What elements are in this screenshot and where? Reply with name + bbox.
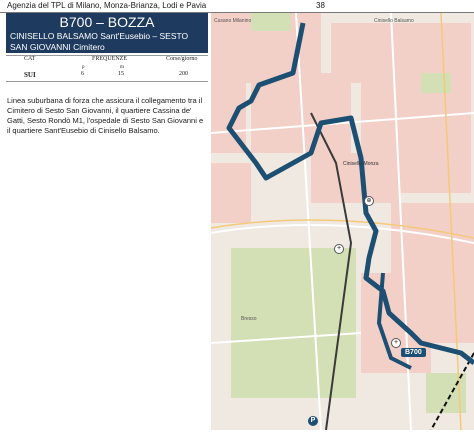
corse-value: 200 bbox=[179, 71, 188, 77]
map-label-station: Cinisello-Monza bbox=[343, 161, 379, 167]
map-label-cinisello: Cinisello Balsamo bbox=[374, 18, 414, 24]
line-description: Linea suburbana di forza che assicura il… bbox=[7, 96, 204, 135]
parking-icon: P bbox=[308, 416, 318, 426]
route-tag: B700 bbox=[401, 348, 426, 357]
map-canvas bbox=[211, 13, 474, 430]
table-rule-bottom bbox=[6, 81, 208, 82]
agency-name: Agenzia del TPL di Milano, Monza-Brianza… bbox=[7, 1, 207, 10]
metro-icon: ⊕ bbox=[364, 196, 374, 206]
map-label-bresso: Bresso bbox=[241, 316, 257, 322]
page-header: Agenzia del TPL di Milano, Monza-Brianza… bbox=[0, 0, 474, 13]
bus-stop-icon: + bbox=[391, 338, 401, 348]
hospital-icon: + bbox=[334, 244, 344, 254]
col-sub-p: p bbox=[82, 65, 85, 70]
line-id: B700 – BOZZA bbox=[59, 14, 155, 30]
page-number: 38 bbox=[316, 1, 325, 10]
cat-value: SUI bbox=[24, 71, 36, 79]
line-title-box: B700 – BOZZA CINISELLO BALSAMO Sant'Euse… bbox=[6, 13, 208, 53]
col-header-corse: Corse/giorno bbox=[166, 56, 198, 62]
freq-p-value: 6 bbox=[81, 71, 84, 77]
line-route: CINISELLO BALSAMO Sant'Eusebio – SESTO S… bbox=[10, 31, 189, 52]
col-sub-m: m bbox=[120, 65, 124, 70]
route-map[interactable]: Cusano Milanino Cinisello Balsamo Cinise… bbox=[211, 13, 474, 430]
map-label-cusano: Cusano Milanino bbox=[214, 18, 252, 24]
freq-m-value: 15 bbox=[118, 71, 124, 77]
col-header-freq: FREQUENZE bbox=[92, 56, 127, 62]
col-header-cat: CAT bbox=[24, 56, 36, 62]
